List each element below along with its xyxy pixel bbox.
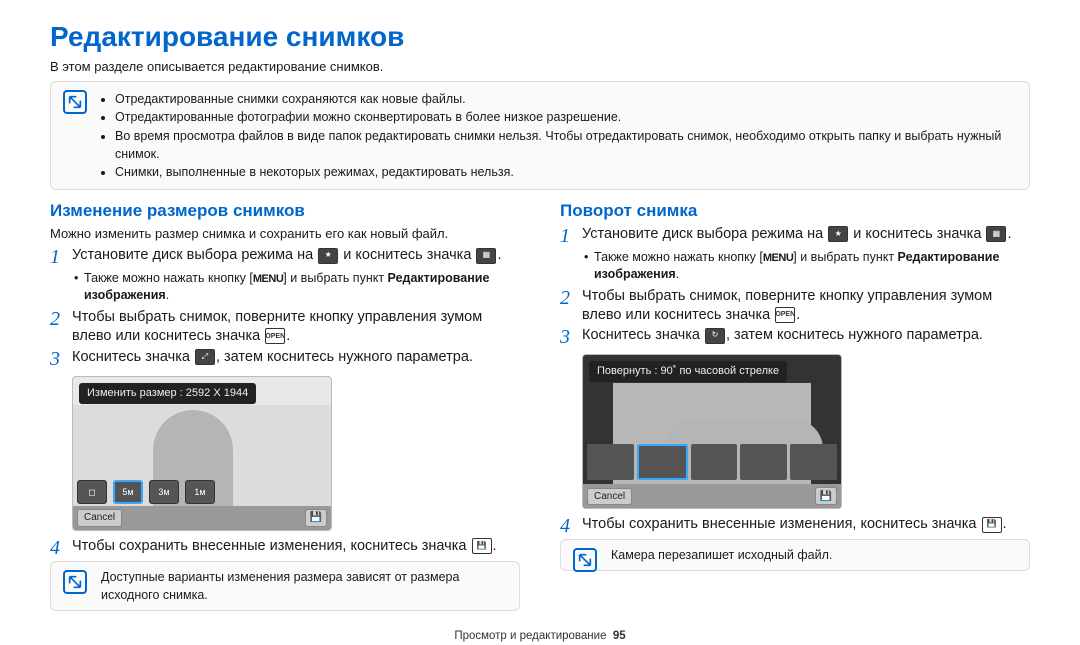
open-icon: OPEN <box>265 328 285 344</box>
right-column: Поворот снимка 1 Установите диск выбора … <box>560 200 1030 621</box>
resize-sub: Можно изменить размер снимка и сохранить… <box>50 225 520 243</box>
sc-header: Изменить размер : 2592 X 1944 <box>79 383 256 404</box>
step1-bullet: Также можно нажать кнопку [MENU] и выбра… <box>50 270 520 304</box>
mode-star-icon: ★ <box>828 226 848 242</box>
page-title: Редактирование снимков <box>50 18 1030 56</box>
note-icon <box>573 548 597 572</box>
menu-label: MENU <box>763 252 793 264</box>
size-opt-5m[interactable]: 5м <box>113 480 143 504</box>
thumb-selected[interactable] <box>637 444 688 480</box>
size-opt-1m[interactable]: 1м <box>185 480 215 504</box>
cancel-button[interactable]: Cancel <box>587 488 632 506</box>
thumb[interactable] <box>691 444 738 480</box>
step1-text-b: и коснитесь значка <box>343 247 475 263</box>
resize-screenshot: Изменить размер : 2592 X 1944 ◻ 5м 3м 1м… <box>72 376 332 531</box>
picture-icon: ▦ <box>986 226 1006 242</box>
note-item: Отредактированные снимки сохраняются как… <box>115 90 1017 108</box>
step-3: 3 Коснитесь значка ↻, затем коснитесь ну… <box>560 326 1030 348</box>
save-button[interactable]: 💾 <box>815 487 837 505</box>
rotate-heading: Поворот снимка <box>560 200 1030 223</box>
step-4: 4 Чтобы сохранить внесенные изменения, к… <box>560 515 1030 537</box>
note-item: Во время просмотра файлов в виде папок р… <box>115 127 1017 163</box>
step1-text-a: Установите диск выбора режима на <box>72 247 317 263</box>
rotate-icon: ↻ <box>705 328 725 344</box>
save-icon: 💾 <box>472 538 492 554</box>
mode-star-icon: ★ <box>318 248 338 264</box>
step1-text-c: . <box>497 247 501 263</box>
thumb[interactable] <box>587 444 634 480</box>
note-icon <box>63 570 87 594</box>
note-icon <box>63 90 87 114</box>
thumb[interactable] <box>790 444 837 480</box>
size-opt-3m[interactable]: 3м <box>149 480 179 504</box>
thumb[interactable] <box>740 444 787 480</box>
picture-icon: ▦ <box>476 248 496 264</box>
cancel-button[interactable]: Cancel <box>77 509 122 527</box>
step-2: 2 Чтобы выбрать снимок, поверните кнопку… <box>560 287 1030 325</box>
step-2: 2 Чтобы выбрать снимок, поверните кнопку… <box>50 308 520 346</box>
menu-label: MENU <box>253 273 283 285</box>
note-item: Снимки, выполненные в некоторых режимах,… <box>115 163 1017 181</box>
save-button[interactable]: 💾 <box>305 509 327 527</box>
step1-bullet: Также можно нажать кнопку [MENU] и выбра… <box>560 249 1030 283</box>
left-bottom-note: Доступные варианты изменения размера зав… <box>50 561 520 611</box>
rotate-screenshot: Повернуть : 90˚ по часовой стрелке Cance… <box>582 354 842 509</box>
page-footer: Просмотр и редактирование 95 <box>50 629 1030 645</box>
open-icon: OPEN <box>775 307 795 323</box>
left-column: Изменение размеров снимков Можно изменит… <box>50 200 520 621</box>
save-icon: 💾 <box>982 517 1002 533</box>
step-1: 1 Установите диск выбора режима на ★ и к… <box>560 225 1030 247</box>
sc-header: Повернуть : 90˚ по часовой стрелке <box>589 361 787 382</box>
top-note-box: Отредактированные снимки сохраняются как… <box>50 81 1030 190</box>
intro-text: В этом разделе описывается редактировани… <box>50 58 1030 76</box>
resize-icon: ⤢ <box>195 349 215 365</box>
step-1: 1 Установите диск выбора режима на ★ и к… <box>50 246 520 268</box>
note-item: Отредактированные фотографии можно сконв… <box>115 108 1017 126</box>
size-opt-blank[interactable]: ◻ <box>77 480 107 504</box>
right-bottom-note: Камера перезапишет исходный файл. <box>560 539 1030 571</box>
step-4: 4 Чтобы сохранить внесенные изменения, к… <box>50 537 520 559</box>
step-3: 3 Коснитесь значка ⤢, затем коснитесь ну… <box>50 348 520 370</box>
resize-heading: Изменение размеров снимков <box>50 200 520 223</box>
